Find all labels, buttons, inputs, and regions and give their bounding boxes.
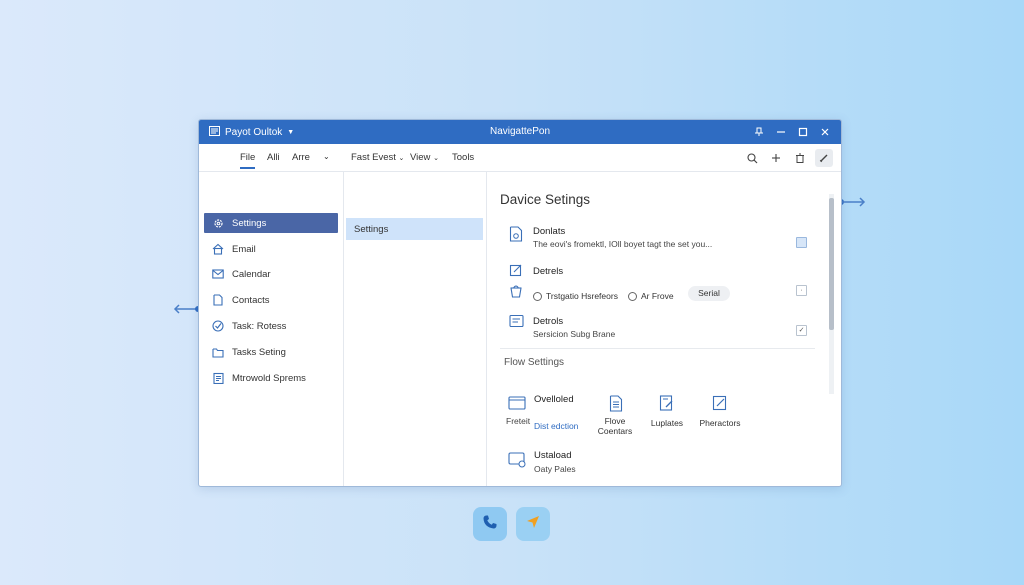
sidebar-item-label: Task: Rotess xyxy=(232,320,287,332)
sidebar-item-settings[interactable]: Settings xyxy=(204,213,338,233)
sidebar-item-label: Email xyxy=(232,243,256,255)
app-menu[interactable]: Payot Oultok ▼ xyxy=(209,126,294,139)
window-icon xyxy=(508,394,526,412)
arrow-cursor-icon xyxy=(525,514,541,535)
mail-icon xyxy=(210,266,226,282)
grid-item-flove-line2: Coentars xyxy=(597,426,633,436)
gear-icon xyxy=(210,215,226,231)
app-window: Payot Oultok ▼ NavigattePon File Alli Ar… xyxy=(198,119,842,487)
settings-panel: Davice Setings Donlats The eovi's fromek… xyxy=(487,172,841,486)
radio-option-1[interactable] xyxy=(533,291,542,301)
folder-icon xyxy=(210,344,226,360)
window-title: NavigattePon xyxy=(489,126,551,137)
trash-icon[interactable] xyxy=(791,149,809,167)
chevron-down-icon: ⌄ xyxy=(398,155,405,162)
menu-tools[interactable]: Tools xyxy=(452,152,474,163)
sub-panel: Settings xyxy=(344,172,487,486)
sidebar: Settings Email Calendar Contacts Task: R… xyxy=(199,172,344,486)
radio-group: Trstgatio Hsrefeors Ar Frove xyxy=(533,291,674,301)
pin-button[interactable] xyxy=(749,123,769,141)
close-button[interactable] xyxy=(815,123,835,141)
chevron-down-icon: ▼ xyxy=(287,129,295,136)
sidebar-item-calendar[interactable]: Calendar xyxy=(204,264,338,284)
grid-item-pheractors-label: Pheractors xyxy=(699,418,741,428)
row-detrols-title: Detrols xyxy=(533,316,564,327)
sidebar-item-email[interactable]: Email xyxy=(204,239,338,259)
clipboard-icon xyxy=(210,370,226,386)
document-lines-icon[interactable] xyxy=(607,394,625,412)
sidebar-item-label: Mtrowold Sprems xyxy=(232,372,306,384)
monitor-check-icon xyxy=(508,451,526,469)
checkbox-detrols[interactable]: ✓ xyxy=(796,325,807,336)
overloaded-label: Ovelloled xyxy=(534,394,574,405)
app-logo-icon xyxy=(209,126,220,139)
sidebar-item-mtrowold-sprems[interactable]: Mtrowold Sprems xyxy=(204,368,338,388)
search-icon[interactable] xyxy=(743,149,761,167)
device-settings-title: Davice Setings xyxy=(500,192,591,207)
edit-document-icon[interactable] xyxy=(658,394,676,412)
phone-button[interactable] xyxy=(473,507,507,541)
scrollbar-thumb[interactable] xyxy=(829,198,834,330)
navigate-button[interactable] xyxy=(516,507,550,541)
upload-desc: Oaty Pales xyxy=(534,464,576,474)
menu-arre[interactable]: Arre xyxy=(292,152,310,163)
grid-item-flove-line1: Flove xyxy=(604,416,626,426)
bucket-icon xyxy=(507,282,525,300)
menu-chevron-icon[interactable]: ⌄ xyxy=(323,152,330,161)
subpanel-item-settings[interactable]: Settings xyxy=(346,218,483,240)
menu-bar: File Alli Arre ⌄ Fast Evest ⌄ View ⌄ Too… xyxy=(199,144,841,172)
menu-alli[interactable]: Alli xyxy=(267,152,280,163)
dist-edction-link[interactable]: Dist edction xyxy=(534,421,578,431)
radio-option-2-label: Ar Frove xyxy=(640,291,674,301)
device-doc-icon xyxy=(507,225,525,243)
home-icon xyxy=(210,241,226,257)
flow-settings-title: Flow Settings xyxy=(504,357,565,368)
checkbox-donlats[interactable] xyxy=(796,237,807,248)
freteit-label: Freteit xyxy=(506,416,531,426)
row-detrols-desc: Sersicion Subg Brane xyxy=(533,329,616,339)
radio-option-2[interactable] xyxy=(627,291,637,301)
app-title: Payot Oultok xyxy=(225,127,283,138)
upload-title: Ustaload xyxy=(534,450,572,461)
sidebar-item-label: Contacts xyxy=(232,294,270,306)
menu-view-label: View xyxy=(410,152,431,163)
serial-button[interactable]: Serial xyxy=(688,286,730,301)
sidebar-item-label: Tasks Seting xyxy=(232,346,286,358)
section-divider xyxy=(500,348,815,349)
add-icon[interactable] xyxy=(767,149,785,167)
menu-fast-evest[interactable]: Fast Evest ⌄ xyxy=(351,152,404,163)
row-donlats-title: Donlats xyxy=(533,226,566,237)
phone-icon xyxy=(482,514,498,535)
row-donlats-desc: The eovi's fromektl, IOll boyet tagt the… xyxy=(533,239,713,249)
pencil-note-icon[interactable] xyxy=(711,394,729,412)
maximize-button[interactable] xyxy=(793,123,813,141)
sidebar-item-tasks-seting[interactable]: Tasks Seting xyxy=(204,342,338,362)
menu-fast-evest-label: Fast Evest xyxy=(351,152,396,163)
title-bar: Payot Oultok ▼ NavigattePon xyxy=(199,120,841,144)
checkbox-detrels[interactable]: · xyxy=(796,285,807,296)
document-icon xyxy=(210,292,226,308)
sidebar-item-label: Calendar xyxy=(232,268,271,280)
radio-option-1-label: Trstgatio Hsrefeors xyxy=(546,291,618,301)
row-detrels-title: Detrels xyxy=(533,266,564,277)
chevron-down-icon: ⌄ xyxy=(433,155,439,162)
edit-icon xyxy=(507,261,525,279)
minimize-button[interactable] xyxy=(771,123,791,141)
check-circle-icon xyxy=(210,318,226,334)
sidebar-item-label: Settings xyxy=(232,217,267,229)
grid-item-luplates-label: Luplates xyxy=(650,418,684,428)
sidebar-item-task-rotess[interactable]: Task: Rotess xyxy=(204,316,338,336)
menu-view[interactable]: View ⌄ xyxy=(410,152,439,163)
list-icon xyxy=(507,312,525,330)
sidebar-item-contacts[interactable]: Contacts xyxy=(204,290,338,310)
pen-icon[interactable] xyxy=(815,149,833,167)
menu-file[interactable]: File xyxy=(240,152,256,169)
grid-item-flove-label: Flove Coentars xyxy=(593,416,637,436)
